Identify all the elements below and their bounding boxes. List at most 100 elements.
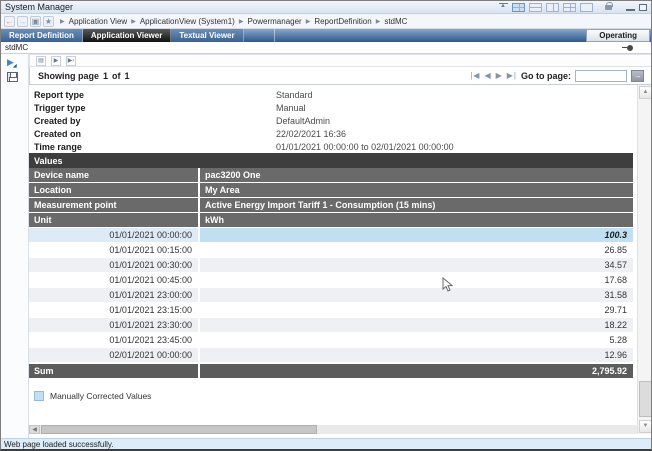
window-title: System Manager [5,2,73,12]
legend-swatch [34,391,44,401]
values-table: 01/01/2021 00:00:00 100.3 01/01/2021 00:… [29,228,633,379]
save-icon[interactable] [7,72,18,82]
breadcrumb-item-application-view[interactable]: Application View [69,17,128,26]
detail-value: Standard [276,90,313,100]
total-pages-number: 1 [125,71,130,81]
horizontal-scrollbar[interactable]: ◀ [29,425,637,434]
breadcrumb-bar: ← → ▣ ★ ▶ Application View ▶ Application… [1,14,651,29]
row-timestamp: 01/01/2021 23:45:00 [29,333,198,347]
device-label: Unit [29,213,198,227]
document-pin-icon[interactable] [627,45,633,51]
scroll-left-icon[interactable]: ◀ [29,425,40,434]
favorites-star-icon[interactable]: ★ [43,16,54,27]
prev-page-icon[interactable]: ◀ [484,71,491,80]
detail-value: 22/02/2021 16:36 [276,129,346,139]
breadcrumb-separator-icon: ▶ [239,18,244,25]
export-icon[interactable]: ▶› [66,56,76,66]
breadcrumb-item-powermanager[interactable]: Powermanager [247,17,301,26]
operating-mode-button[interactable]: Operating [586,29,650,42]
sum-row: Sum 2,795.92 [29,364,633,379]
row-timestamp: 01/01/2021 00:15:00 [29,243,198,257]
breadcrumb-separator-icon: ▶ [60,18,65,25]
detail-label: Created on [29,129,276,139]
system-manager-window: System Manager ← → ▣ ★ ▶ Application Vie… [0,0,652,451]
tabbar-divider [274,29,275,42]
layout-hsplit-icon[interactable] [529,3,542,12]
layout-grid-icon[interactable] [512,3,525,12]
detail-label: Trigger type [29,103,276,113]
detail-label: Report type [29,90,276,100]
row-timestamp: 01/01/2021 00:00:00 [29,228,198,242]
document-name: stdMC [5,43,28,52]
back-icon[interactable]: ← [4,16,15,27]
table-row[interactable]: 01/01/2021 00:30:00 34.57 [29,258,633,273]
new-page-icon[interactable]: ▤ [36,56,46,66]
row-value: 5.28 [200,333,633,347]
next-page-icon[interactable]: ▶ [496,71,503,80]
breadcrumb-item-stdmc[interactable]: stdMC [384,17,407,26]
legend-label: Manually Corrected Values [50,391,151,401]
vertical-scrollbar[interactable]: ▲ ▼ [637,85,652,434]
page-indicator-of: of [112,71,121,81]
scroll-up-icon[interactable]: ▲ [639,86,652,99]
status-bar: Web page loaded successfully. [1,438,651,450]
goto-page-input[interactable] [575,70,627,82]
goto-page-button[interactable]: → [631,70,644,82]
device-row-name: Device name pac3200 One [29,168,633,183]
horizontal-scroll-thumb[interactable] [41,425,317,434]
table-row[interactable]: 01/01/2021 00:45:00 17.68 [29,273,633,288]
detail-label: Time range [29,142,276,152]
tab-textual-viewer[interactable]: Textual Viewer [171,29,243,42]
device-value: kWh [200,213,633,227]
table-row[interactable]: 01/01/2021 00:15:00 26.85 [29,243,633,258]
detail-row-trigger-type: Trigger type Manual [29,101,633,114]
row-value: 29.71 [200,303,633,317]
device-label: Device name [29,168,198,182]
detail-value: Manual [276,103,306,113]
tab-application-viewer[interactable]: Application Viewer [83,29,171,42]
row-timestamp: 01/01/2021 23:30:00 [29,318,198,332]
last-page-icon[interactable]: ▶| [507,71,517,80]
play-icon[interactable]: ▶ [51,56,61,66]
minimize-button[interactable] [626,3,635,11]
device-value: My Area [200,183,633,197]
row-timestamp: 01/01/2021 23:15:00 [29,303,198,317]
goto-page-label: Go to page: [521,71,571,81]
row-value: 100.3 [200,228,633,242]
row-value: 12.96 [200,348,633,362]
forward-icon[interactable]: → [17,16,28,27]
layout-single-icon[interactable] [580,3,593,12]
row-value: 34.57 [200,258,633,272]
table-row[interactable]: 01/01/2021 23:30:00 18.22 [29,318,633,333]
detail-label: Created by [29,116,276,126]
row-timestamp: 01/01/2021 00:30:00 [29,258,198,272]
row-timestamp: 01/01/2021 23:00:00 [29,288,198,302]
current-page-number: 1 [103,71,108,81]
layout-cross-icon[interactable] [563,3,576,12]
row-timestamp: 02/01/2021 00:00:00 [29,348,198,362]
run-report-icon[interactable]: ▶ [7,57,18,68]
restore-button[interactable] [639,4,647,11]
status-text: Web page loaded successfully. [4,440,114,449]
report-details: Report type Standard Trigger type Manual… [29,88,633,153]
title-bar: System Manager [1,1,651,14]
vertical-scroll-thumb[interactable] [639,381,652,417]
table-row[interactable]: 01/01/2021 23:15:00 29.71 [29,303,633,318]
legend: Manually Corrected Values [34,391,633,401]
first-page-icon[interactable]: |◀ [470,71,480,80]
window-view-icon[interactable]: ▣ [30,16,41,27]
layout-vsplit-icon[interactable] [546,3,559,12]
table-row[interactable]: 01/01/2021 23:45:00 5.28 [29,333,633,348]
breadcrumb-item-applicationview-system1[interactable]: ApplicationView (System1) [140,17,235,26]
scroll-down-icon[interactable]: ▼ [639,420,652,433]
table-row[interactable]: 02/01/2021 00:00:00 12.96 [29,348,633,363]
table-row[interactable]: 01/01/2021 23:00:00 31.58 [29,288,633,303]
device-row-location: Location My Area [29,183,633,198]
tab-report-definition[interactable]: Report Definition [1,29,83,42]
breadcrumb-item-reportdefinition[interactable]: ReportDefinition [314,17,371,26]
dock-pin-icon[interactable] [499,3,508,11]
device-row-unit: Unit kWh [29,213,633,228]
device-label: Measurement point [29,198,198,212]
table-row[interactable]: 01/01/2021 00:00:00 100.3 [29,228,633,243]
breadcrumb-separator-icon: ▶ [306,18,311,25]
